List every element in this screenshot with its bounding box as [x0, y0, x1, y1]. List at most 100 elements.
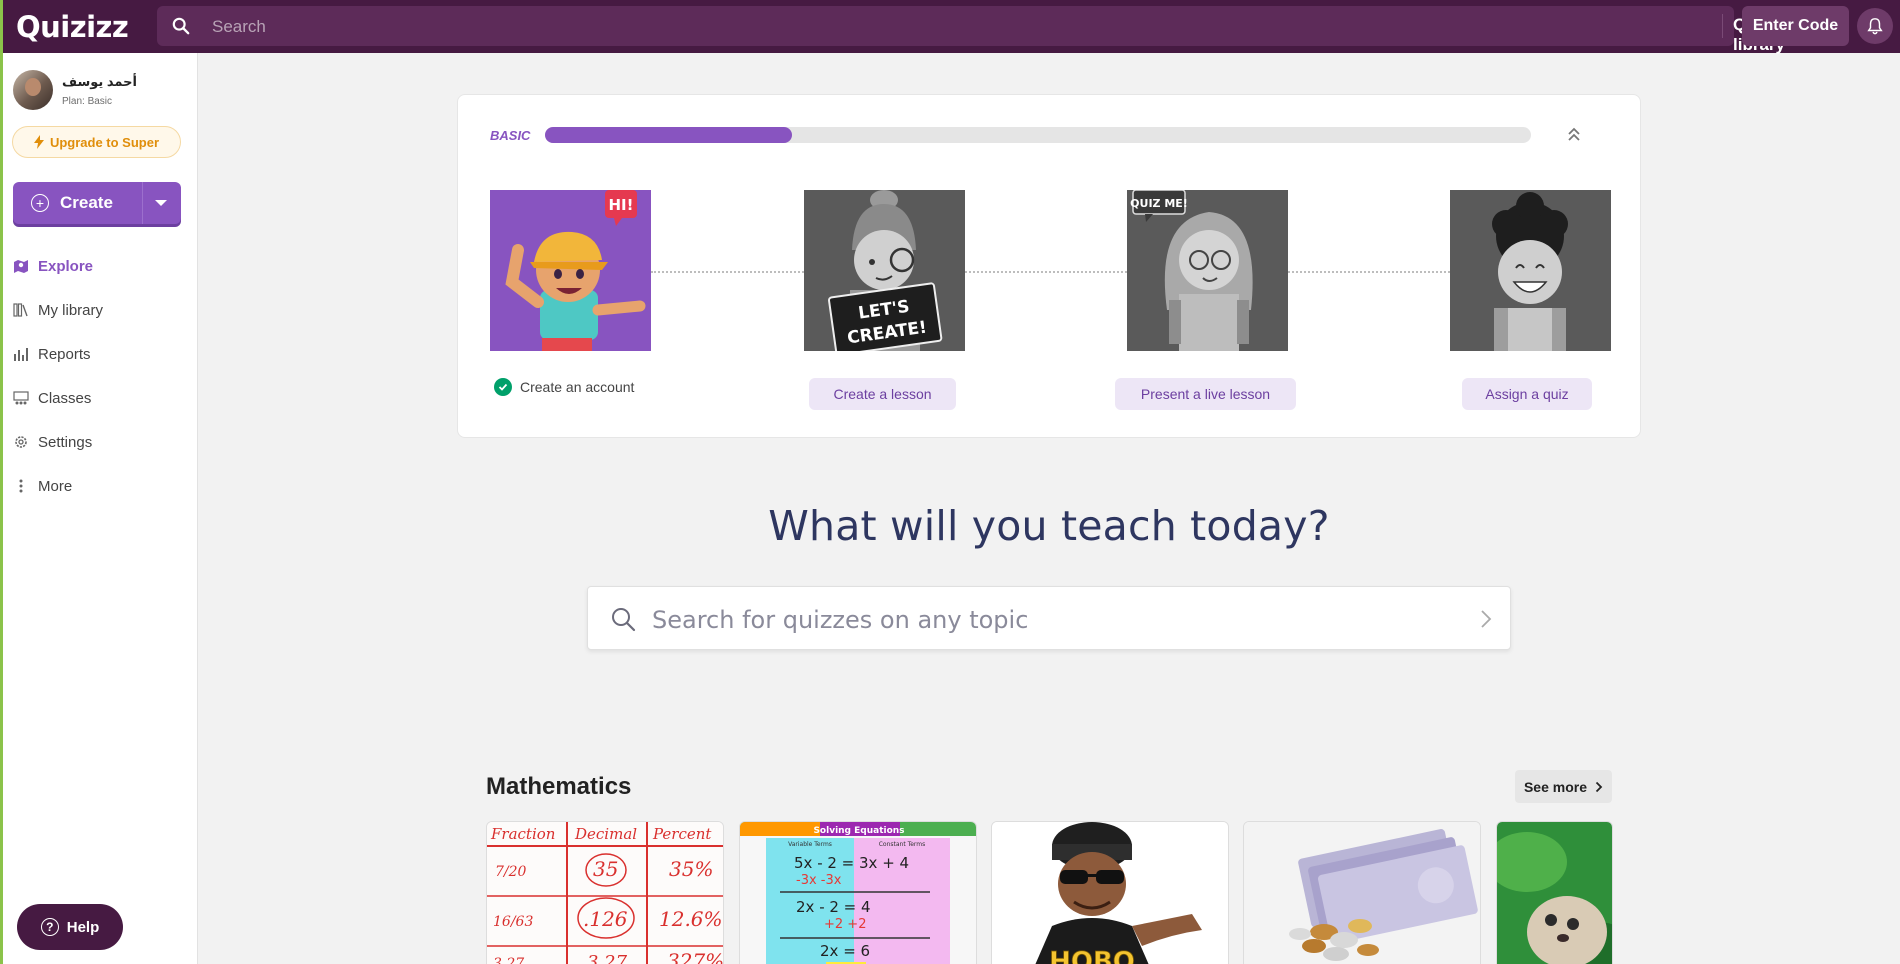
variable-terms-label: Variable Terms — [788, 841, 832, 848]
step-connector — [965, 271, 1127, 273]
sidebar-item-label: Settings — [38, 433, 93, 451]
fraction-header: Fraction — [490, 825, 555, 843]
collapse-icon[interactable] — [1564, 125, 1584, 145]
search-divider — [1722, 14, 1723, 38]
see-more-button[interactable]: See more — [1515, 770, 1612, 803]
fraction-table-image: Fraction Decimal Percent 7/20 35 35% 16/… — [487, 822, 724, 964]
animal-image — [1497, 822, 1612, 964]
page-headline: What will you teach today? — [768, 502, 1330, 550]
quizizz-logo[interactable]: Quizizz — [16, 10, 129, 44]
plan-label: BASIC — [490, 128, 531, 143]
topic-search-input[interactable]: Search for quizzes on any topic — [587, 586, 1511, 650]
help-icon: ? — [40, 918, 59, 936]
lightning-icon — [33, 135, 44, 149]
global-search-bar[interactable]: Search Quizizz library — [157, 6, 1821, 54]
equation-line: 5x - 2 = 3x + 4 — [794, 854, 909, 872]
section-title-mathematics: Mathematics — [486, 773, 632, 800]
caret-down-icon[interactable] — [155, 200, 167, 206]
step-illustration — [1450, 190, 1611, 351]
onboarding-progress-fill — [545, 127, 792, 143]
search-icon — [612, 608, 636, 632]
step-illustration: LET'S CREATE! — [804, 190, 965, 351]
classes-icon — [13, 390, 29, 406]
money-image — [1244, 822, 1480, 964]
notifications-button[interactable] — [1857, 8, 1893, 44]
equation-line: 2x = 6 — [820, 942, 870, 960]
step-illustration: HI! — [490, 190, 651, 351]
constant-terms-label: Constant Terms — [879, 841, 926, 848]
bitmoji-shirt-text: HOBO — [1049, 947, 1135, 964]
percent-cell: 327% — [667, 949, 724, 964]
check-circle-icon — [494, 378, 512, 396]
bitmoji-image: HOBO — [992, 822, 1228, 964]
sidebar-item-more[interactable]: More — [13, 464, 103, 508]
decimal-header: Decimal — [574, 825, 637, 843]
step-illustration: QUIZ ME! — [1127, 190, 1288, 351]
quiz-card-bitmoji[interactable]: HOBO — [991, 821, 1229, 964]
profile-plan: Plan: Basic — [62, 95, 113, 107]
sidebar-item-label: Reports — [38, 345, 91, 363]
sidebar-item-label: More — [38, 477, 73, 495]
decimal-cell: .126 — [583, 907, 628, 931]
help-button[interactable]: ? Help — [17, 904, 123, 950]
sidebar-item-explore[interactable]: Explore — [13, 244, 103, 288]
sidebar-item-label: Classes — [38, 389, 92, 407]
see-more-label: See more — [1523, 778, 1588, 795]
assign-quiz-button[interactable]: Assign a quiz — [1462, 378, 1592, 410]
sidebar-item-label: My library — [38, 301, 104, 319]
avatar — [13, 70, 53, 110]
upgrade-button[interactable]: Upgrade to Super — [12, 126, 181, 158]
step-assign-quiz — [1450, 190, 1611, 351]
equation-line: 2x - 2 = 4 — [796, 898, 871, 916]
sidebar-item-my-library[interactable]: My library — [13, 288, 103, 332]
step-create-account: HI! — [490, 190, 651, 351]
create-button[interactable]: + Create — [13, 182, 181, 224]
explore-icon — [13, 258, 29, 274]
quiz-card-solving-equations[interactable]: Solving Equations Variable Terms Constan… — [739, 821, 977, 964]
chevron-right-icon — [1595, 781, 1603, 792]
fraction-cell: 7/20 — [495, 864, 527, 880]
quiz-card-money[interactable] — [1243, 821, 1481, 964]
enter-code-button[interactable]: Enter Code — [1742, 6, 1849, 46]
top-bar: Quizizz Search Quizizz library Enter Cod… — [0, 0, 1900, 54]
quiz-me-text: QUIZ ME! — [1130, 197, 1188, 210]
library-icon — [13, 302, 29, 318]
create-label: Create — [60, 193, 113, 212]
step-label: Create an account — [520, 379, 635, 395]
reports-icon — [13, 346, 29, 362]
sidebar-nav: Explore My library Reports Classes Setti… — [13, 244, 103, 508]
sidebar-item-settings[interactable]: Settings — [13, 420, 103, 464]
topic-search-placeholder: Search for quizzes on any topic — [652, 606, 1029, 634]
sidebar-item-label: Explore — [38, 257, 94, 275]
hi-bubble-text: HI! — [609, 196, 634, 214]
equation-line: -3x -3x — [796, 873, 842, 888]
quiz-card-animal[interactable] — [1496, 821, 1613, 964]
percent-header: Percent — [652, 825, 712, 843]
left-accent-strip — [0, 0, 3, 964]
onboarding-card: BASIC HI! Create an account LET'S CREATE… — [457, 94, 1641, 438]
gear-icon — [13, 434, 29, 450]
sidebar-item-reports[interactable]: Reports — [13, 332, 103, 376]
plus-circle-icon: + — [31, 194, 49, 212]
step-connector — [1288, 271, 1450, 273]
chevron-right-icon[interactable] — [1480, 609, 1492, 629]
profile-name: أحمد يوسف — [62, 73, 137, 89]
fraction-cell: 3 27 — [493, 956, 524, 964]
sidebar-item-classes[interactable]: Classes — [13, 376, 103, 420]
solving-equations-image: Solving Equations Variable Terms Constan… — [740, 822, 976, 964]
sidebar: أحمد يوسف Plan: Basic Upgrade to Super +… — [0, 53, 198, 964]
quiz-card-fractions[interactable]: Fraction Decimal Percent 7/20 35 35% 16/… — [486, 821, 724, 964]
search-icon — [172, 17, 190, 35]
create-lesson-button[interactable]: Create a lesson — [809, 378, 956, 410]
step-present-live-lesson: QUIZ ME! — [1127, 190, 1288, 351]
equations-title: Solving Equations — [813, 826, 904, 836]
more-icon — [13, 478, 29, 494]
percent-cell: 35% — [669, 857, 713, 881]
fraction-cell: 16/63 — [493, 914, 533, 930]
percent-cell: 12.6% — [659, 907, 723, 931]
equation-line: +2 +2 — [824, 917, 866, 932]
present-live-lesson-button[interactable]: Present a live lesson — [1115, 378, 1296, 410]
onboarding-progress-bar — [545, 127, 1531, 143]
upgrade-label: Upgrade to Super — [49, 134, 160, 150]
user-profile[interactable]: أحمد يوسف Plan: Basic — [13, 70, 137, 110]
